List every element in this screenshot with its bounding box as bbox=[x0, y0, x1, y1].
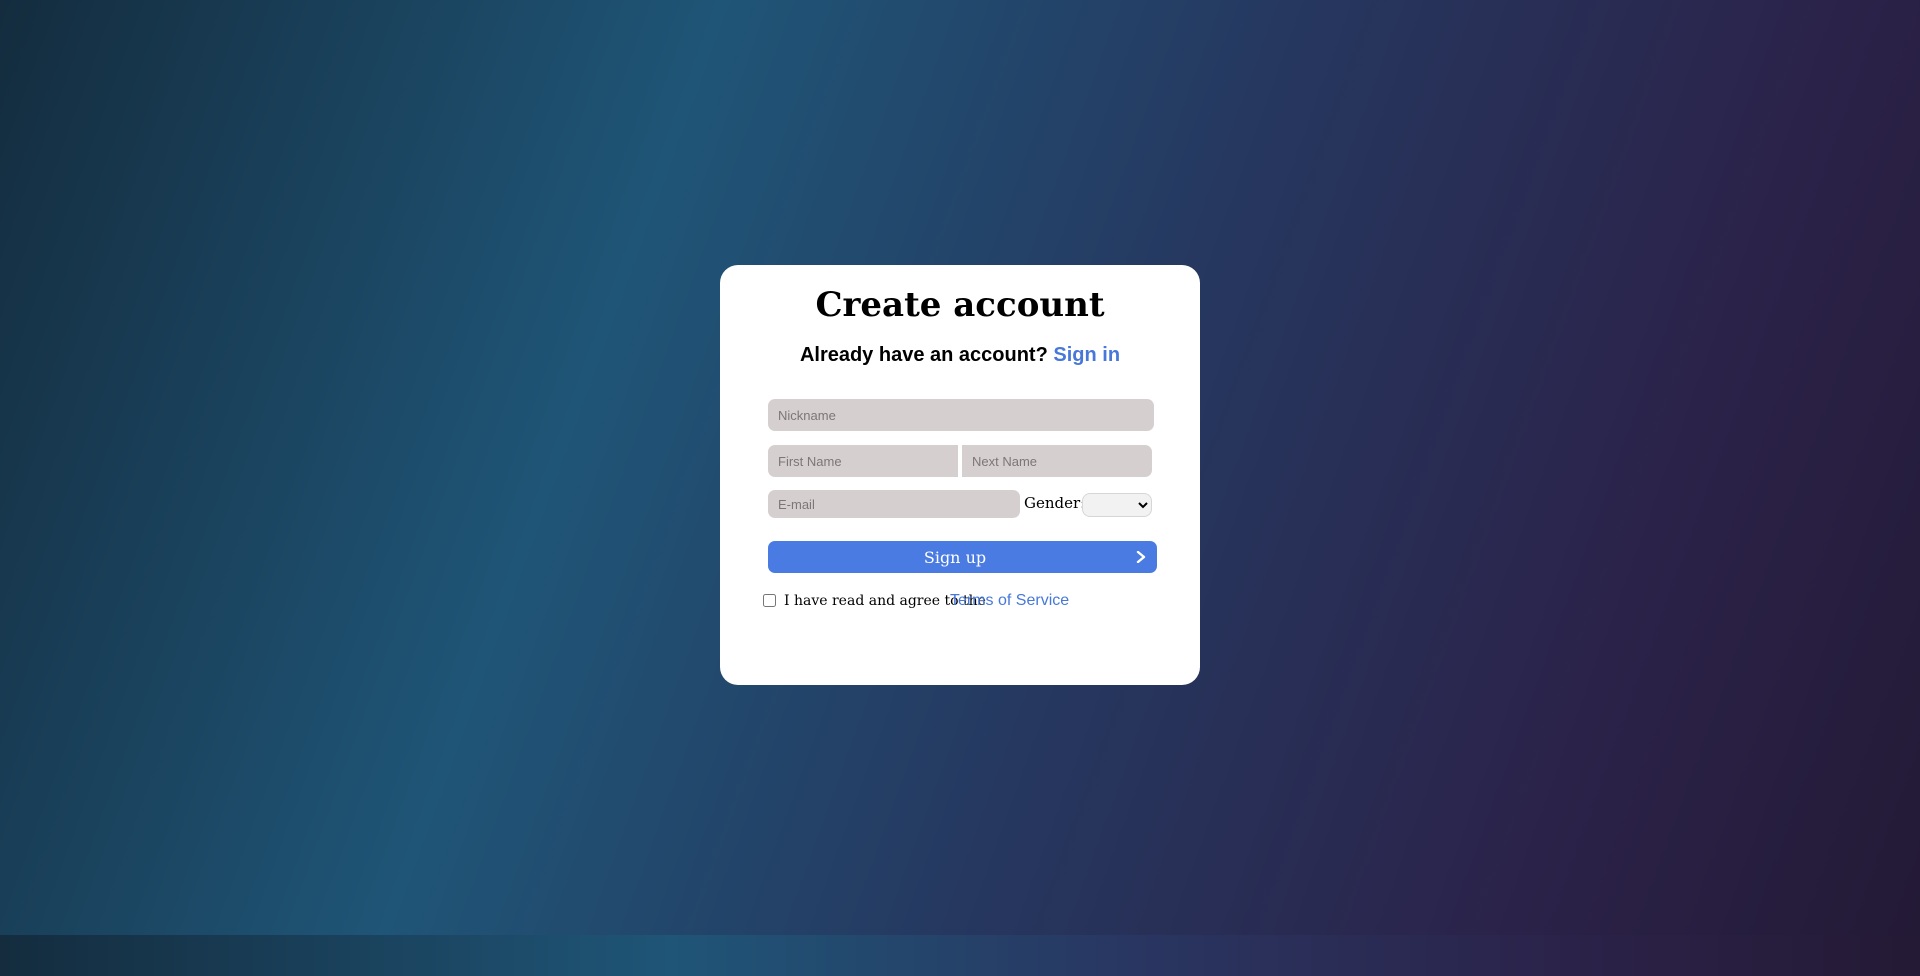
signup-card: Create account Already have an account? … bbox=[720, 265, 1200, 685]
email-input[interactable] bbox=[768, 490, 1020, 518]
next-name-input[interactable] bbox=[962, 445, 1152, 477]
page-title: Create account bbox=[815, 285, 1105, 325]
chevron-right-icon bbox=[1136, 551, 1146, 563]
signin-prompt-text: Already have an account? bbox=[799, 344, 1048, 366]
gender-select[interactable] bbox=[1082, 493, 1152, 517]
signup-button[interactable]: Sign up bbox=[768, 541, 1157, 573]
first-name-input[interactable] bbox=[768, 445, 958, 477]
gender-label: Gender: bbox=[1024, 494, 1086, 512]
terms-checkbox[interactable] bbox=[763, 594, 776, 607]
page-background-bottom-strip bbox=[0, 935, 1920, 976]
nickname-input[interactable] bbox=[768, 399, 1154, 431]
signin-link[interactable]: Sign in bbox=[1053, 344, 1120, 366]
signin-prompt: Already have an account? Sign in bbox=[720, 344, 1200, 367]
signup-button-label: Sign up bbox=[923, 548, 987, 567]
terms-of-service-link[interactable]: Terms of Service bbox=[950, 592, 1069, 610]
